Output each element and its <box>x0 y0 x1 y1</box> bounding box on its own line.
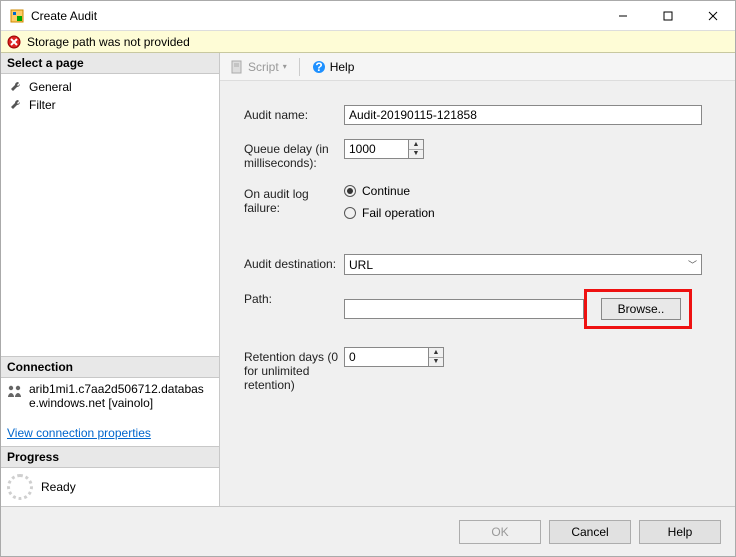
radio-label: Continue <box>362 184 410 198</box>
audit-destination-label: Audit destination: <box>244 254 344 271</box>
path-input[interactable] <box>344 299 584 319</box>
radio-icon <box>344 185 356 197</box>
minimize-button[interactable] <box>600 1 645 30</box>
svg-text:?: ? <box>315 60 322 74</box>
script-icon <box>230 60 244 74</box>
app-icon <box>9 8 25 24</box>
chevron-down-icon: ﹀ <box>688 258 697 271</box>
dialog-footer: OK Cancel Help <box>1 506 735 556</box>
page-item-label: Filter <box>29 98 56 112</box>
error-icon <box>7 35 21 49</box>
audit-destination-select[interactable]: URL ﹀ <box>344 254 702 275</box>
page-item-general[interactable]: General <box>1 78 219 96</box>
help-button[interactable]: ? Help <box>308 58 359 76</box>
browse-button[interactable]: Browse.. <box>601 298 681 320</box>
wrench-icon <box>9 80 23 94</box>
cancel-button[interactable]: Cancel <box>549 520 631 544</box>
help-button[interactable]: Help <box>639 520 721 544</box>
radio-continue[interactable]: Continue <box>344 184 435 198</box>
connection-info: arib1mi1.c7aa2d506712.database.windows.n… <box>1 378 219 420</box>
spin-down-icon[interactable]: ▼ <box>409 150 423 159</box>
select-page-header: Select a page <box>1 53 219 74</box>
audit-name-label: Audit name: <box>244 105 344 122</box>
create-audit-dialog: Create Audit Storage path was not provid… <box>0 0 736 557</box>
retention-input[interactable] <box>344 347 428 367</box>
queue-delay-label: Queue delay (in milliseconds): <box>244 139 344 170</box>
combo-value: URL <box>349 258 373 272</box>
queue-delay-stepper[interactable]: ▲▼ <box>344 139 424 159</box>
error-bar: Storage path was not provided <box>1 31 735 53</box>
progress-header: Progress <box>1 446 219 468</box>
on-failure-label: On audit log failure: <box>244 184 344 215</box>
toolbar: Script ▾ ? Help <box>220 53 735 81</box>
ok-button[interactable]: OK <box>459 520 541 544</box>
connection-text: arib1mi1.c7aa2d506712.database.windows.n… <box>29 382 213 410</box>
help-icon: ? <box>312 60 326 74</box>
connection-header: Connection <box>1 356 219 378</box>
path-label: Path: <box>244 289 344 306</box>
progress-status: Ready <box>41 480 76 494</box>
help-label: Help <box>330 60 355 74</box>
page-item-label: General <box>29 80 72 94</box>
browse-highlight: Browse.. <box>584 289 692 329</box>
page-item-filter[interactable]: Filter <box>1 96 219 114</box>
window-title: Create Audit <box>31 9 600 23</box>
retention-label: Retention days (0 for unlimited retentio… <box>244 347 344 392</box>
audit-name-input[interactable] <box>344 105 702 125</box>
retention-stepper[interactable]: ▲▼ <box>344 347 444 367</box>
radio-fail-operation[interactable]: Fail operation <box>344 206 435 220</box>
wrench-icon <box>9 98 23 112</box>
view-connection-properties-link[interactable]: View connection properties <box>1 420 219 446</box>
queue-delay-input[interactable] <box>344 139 408 159</box>
chevron-down-icon: ▾ <box>283 62 287 71</box>
radio-icon <box>344 207 356 219</box>
maximize-button[interactable] <box>645 1 690 30</box>
close-button[interactable] <box>690 1 735 30</box>
left-panel: Select a page General Filter Connection … <box>1 53 220 506</box>
spin-down-icon[interactable]: ▼ <box>429 358 443 367</box>
radio-label: Fail operation <box>362 206 435 220</box>
script-button[interactable]: Script ▾ <box>226 58 291 76</box>
title-bar: Create Audit <box>1 1 735 31</box>
right-panel: Script ▾ ? Help Audit name: Queue delay … <box>220 53 735 506</box>
spin-up-icon[interactable]: ▲ <box>429 348 443 358</box>
form-area: Audit name: Queue delay (in milliseconds… <box>220 81 735 506</box>
server-icon <box>7 383 23 399</box>
error-text: Storage path was not provided <box>27 35 190 49</box>
script-label: Script <box>248 60 279 74</box>
progress-spinner-icon <box>7 474 33 500</box>
spin-up-icon[interactable]: ▲ <box>409 140 423 150</box>
